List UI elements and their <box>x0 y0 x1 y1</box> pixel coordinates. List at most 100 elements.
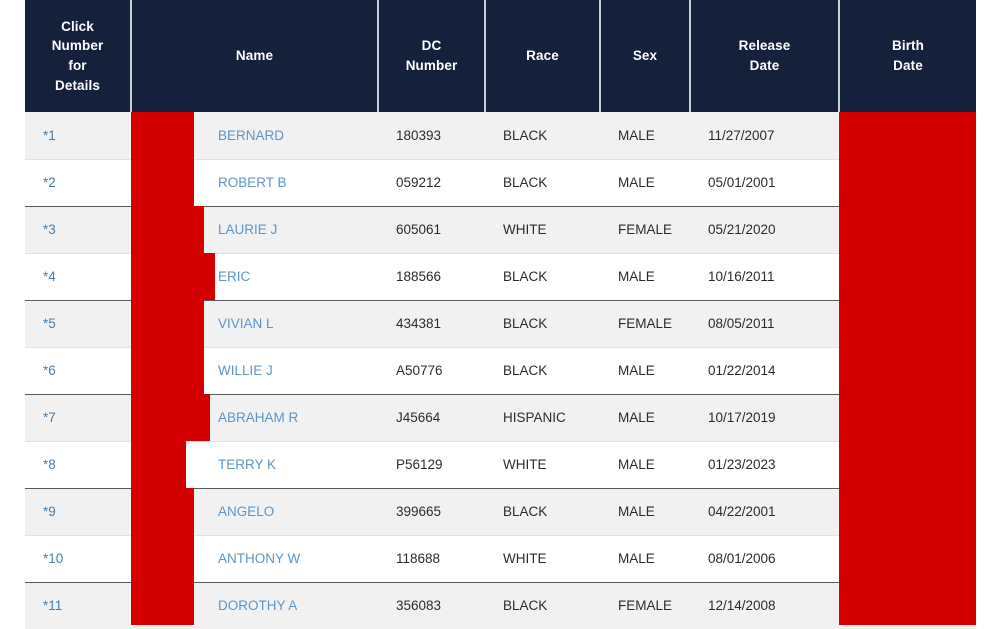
cell-race: WHITE <box>485 535 600 583</box>
cell-name: DOROTHY A <box>131 582 378 629</box>
column-header-line: for <box>68 58 87 73</box>
cell-dc-number: 356083 <box>378 582 485 629</box>
cell-sex: MALE <box>600 394 690 442</box>
column-header-line: Click <box>61 18 94 34</box>
name-link[interactable]: VIVIAN L <box>218 316 274 331</box>
cell-birth-date <box>839 535 976 583</box>
table-row: *3 LAURIE J 605061 WHITE FEMALE 05/21/2020 <box>25 206 976 254</box>
cell-dc-number: 399665 <box>378 488 485 536</box>
cell-sex: FEMALE <box>600 206 690 254</box>
cell-name: WILLIE J <box>131 347 378 395</box>
column-header-line: Date <box>893 58 923 73</box>
cell-name: ANGELO <box>131 488 378 536</box>
column-header-name[interactable]: Name <box>131 0 379 112</box>
detail-link[interactable]: *3 <box>43 222 56 237</box>
detail-link[interactable]: *4 <box>43 269 56 284</box>
cell-sex: MALE <box>600 253 690 301</box>
cell-sex: FEMALE <box>600 582 690 629</box>
cell-name: BERNARD <box>131 112 378 160</box>
cell-birth-date <box>839 112 976 160</box>
cell-race: BLACK <box>485 347 600 395</box>
name-link[interactable]: LAURIE J <box>218 222 277 237</box>
name-link[interactable]: DOROTHY A <box>218 598 297 613</box>
cell-release-date: 04/22/2001 <box>690 488 839 536</box>
name-link[interactable]: BERNARD <box>218 128 284 143</box>
cell-birth-date <box>839 582 976 629</box>
column-header-line: Number <box>51 38 104 54</box>
name-link[interactable]: ROBERT B <box>218 175 287 190</box>
column-header-race[interactable]: Race <box>485 0 601 112</box>
cell-release-date: 01/23/2023 <box>690 441 839 489</box>
cell-click-number: *11 <box>25 582 131 629</box>
cell-release-date: 05/01/2001 <box>690 159 839 207</box>
cell-birth-date <box>839 488 976 536</box>
column-header-dc-number[interactable]: DC Number <box>378 0 486 112</box>
detail-link[interactable]: *7 <box>43 410 56 425</box>
name-link[interactable]: ABRAHAM R <box>218 410 298 425</box>
detail-link[interactable]: *11 <box>43 598 62 613</box>
cell-click-number: *2 <box>25 159 131 207</box>
cell-click-number: *7 <box>25 394 131 442</box>
cell-release-date: 11/27/2007 <box>690 112 839 160</box>
cell-release-date: 01/22/2014 <box>690 347 839 395</box>
cell-race: BLACK <box>485 300 600 348</box>
cell-sex: MALE <box>600 159 690 207</box>
cell-race: BLACK <box>485 112 600 160</box>
name-link[interactable]: WILLIE J <box>218 363 273 378</box>
column-header-line: Name <box>235 48 274 64</box>
cell-name: ANTHONY W <box>131 535 378 583</box>
cell-dc-number: 180393 <box>378 112 485 160</box>
detail-link[interactable]: *2 <box>43 175 56 190</box>
cell-dc-number: 188566 <box>378 253 485 301</box>
column-header-line: Sex <box>632 48 658 64</box>
cell-name: ROBERT B <box>131 159 378 207</box>
column-header-sex[interactable]: Sex <box>600 0 691 112</box>
detail-link[interactable]: *8 <box>43 457 56 472</box>
cell-release-date: 05/21/2020 <box>690 206 839 254</box>
table-row: *1 BERNARD 180393 BLACK MALE 11/27/2007 <box>25 112 976 160</box>
cell-race: WHITE <box>485 441 600 489</box>
cell-click-number: *10 <box>25 535 131 583</box>
column-header-click-number[interactable]: Click Number for Details <box>25 0 132 112</box>
cell-dc-number: 118688 <box>378 535 485 583</box>
cell-click-number: *9 <box>25 488 131 536</box>
table-row: *2 ROBERT B 059212 BLACK MALE 05/01/2001 <box>25 159 976 207</box>
detail-link[interactable]: *6 <box>43 363 56 378</box>
cell-birth-date <box>839 300 976 348</box>
column-header-birth-date[interactable]: Birth Date <box>839 0 976 112</box>
cell-release-date: 12/14/2008 <box>690 582 839 629</box>
cell-birth-date <box>839 347 976 395</box>
table-header-row: Click Number for Details Name DC Number … <box>25 0 976 112</box>
name-link[interactable]: TERRY K <box>218 457 276 472</box>
table-header: Click Number for Details Name DC Number … <box>25 0 976 112</box>
cell-name: TERRY K <box>131 441 378 489</box>
cell-click-number: *1 <box>25 112 131 160</box>
table-row: *11 DOROTHY A 356083 BLACK FEMALE 12/14/2008 <box>25 582 976 629</box>
column-header-release-date[interactable]: Release Date <box>690 0 840 112</box>
name-link[interactable]: ERIC <box>218 269 250 284</box>
cell-race: WHITE <box>485 206 600 254</box>
detail-link[interactable]: *1 <box>43 128 56 143</box>
table-row: *7 ABRAHAM R J45664 HISPANIC MALE 10/17/2019 <box>25 394 976 442</box>
cell-race: HISPANIC <box>485 394 600 442</box>
cell-name: ABRAHAM R <box>131 394 378 442</box>
detail-link[interactable]: *5 <box>43 316 56 331</box>
cell-name: ERIC <box>131 253 378 301</box>
cell-name: LAURIE J <box>131 206 378 254</box>
name-link[interactable]: ANTHONY W <box>218 551 300 566</box>
table-row: *10 ANTHONY W 118688 WHITE MALE 08/01/2006 <box>25 535 976 583</box>
cell-birth-date <box>839 394 976 442</box>
table-row: *9 ANGELO 399665 BLACK MALE 04/22/2001 <box>25 488 976 536</box>
name-link[interactable]: ANGELO <box>218 504 274 519</box>
inmate-release-table: Click Number for Details Name DC Number … <box>25 0 976 629</box>
detail-link[interactable]: *9 <box>43 504 56 519</box>
table-body: *1 BERNARD 180393 BLACK MALE 11/27/2007 *2 ROBE… <box>25 112 976 629</box>
cell-birth-date <box>839 206 976 254</box>
cell-click-number: *8 <box>25 441 131 489</box>
table-row: *5 VIVIAN L 434381 BLACK FEMALE 08/05/2011 <box>25 300 976 348</box>
cell-release-date: 08/01/2006 <box>690 535 839 583</box>
column-header-line: Release <box>738 38 791 54</box>
column-header-line: Details <box>55 77 100 93</box>
detail-link[interactable]: *10 <box>43 551 63 566</box>
cell-click-number: *3 <box>25 206 131 254</box>
